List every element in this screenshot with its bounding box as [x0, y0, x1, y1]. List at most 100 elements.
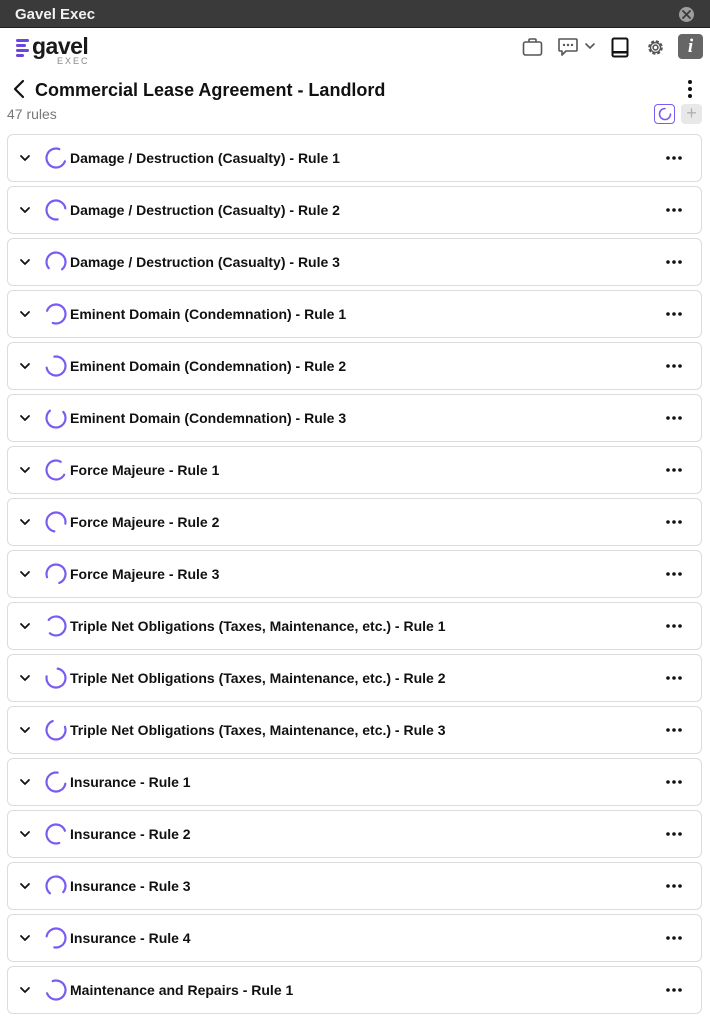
- briefcase-button[interactable]: [522, 37, 543, 59]
- expand-button[interactable]: [18, 411, 32, 425]
- rule-options-button[interactable]: [664, 826, 684, 842]
- page-options-button[interactable]: [680, 78, 700, 100]
- expand-button[interactable]: [18, 359, 32, 373]
- rule-row[interactable]: Force Majeure - Rule 3: [7, 550, 702, 598]
- rule-row[interactable]: Triple Net Obligations (Taxes, Maintenan…: [7, 602, 702, 650]
- chevron-down-icon: [20, 727, 30, 733]
- loading-spinner-icon: [44, 406, 68, 430]
- logo-sub: EXEC: [57, 56, 90, 66]
- rule-title: Insurance - Rule 4: [70, 930, 191, 946]
- expand-button[interactable]: [18, 463, 32, 477]
- book-icon: [611, 37, 629, 58]
- loading-spinner-icon: [44, 458, 68, 482]
- expand-button[interactable]: [18, 983, 32, 997]
- close-icon: [682, 10, 691, 19]
- rule-row[interactable]: Damage / Destruction (Casualty) - Rule 1: [7, 134, 702, 182]
- expand-button[interactable]: [18, 307, 32, 321]
- expand-button[interactable]: [18, 151, 32, 165]
- rule-row[interactable]: Maintenance and Repairs - Rule 1: [7, 966, 702, 1014]
- page-header: Commercial Lease Agreement - Landlord 47…: [0, 72, 710, 128]
- chevron-down-icon: [20, 311, 30, 317]
- page-title: Commercial Lease Agreement - Landlord: [35, 80, 386, 100]
- rule-row[interactable]: Insurance - Rule 1: [7, 758, 702, 806]
- expand-button[interactable]: [18, 775, 32, 789]
- rule-row[interactable]: Insurance - Rule 4: [7, 914, 702, 962]
- rule-options-button[interactable]: [664, 150, 684, 166]
- rule-options-button[interactable]: [664, 358, 684, 374]
- loading-spinner-icon: [44, 978, 68, 1002]
- rule-count: 47 rules: [7, 106, 57, 122]
- back-button[interactable]: [10, 78, 28, 100]
- window-titlebar: Gavel Exec: [0, 0, 710, 28]
- chat-menu-button[interactable]: [557, 37, 597, 59]
- chevron-down-icon: [20, 415, 30, 421]
- loading-spinner-icon: [44, 926, 68, 950]
- more-horizontal-icon: [666, 416, 682, 420]
- run-all-button[interactable]: [654, 104, 675, 124]
- loading-spinner-icon: [44, 146, 68, 170]
- chevron-left-icon: [13, 79, 25, 99]
- gear-icon: [648, 40, 663, 55]
- chevron-down-icon: [20, 207, 30, 213]
- expand-button[interactable]: [18, 879, 32, 893]
- rule-row[interactable]: Damage / Destruction (Casualty) - Rule 3: [7, 238, 702, 286]
- rule-options-button[interactable]: [664, 202, 684, 218]
- rule-row[interactable]: Insurance - Rule 2: [7, 810, 702, 858]
- chevron-down-icon: [20, 519, 30, 525]
- rule-options-button[interactable]: [664, 306, 684, 322]
- rule-options-button[interactable]: [664, 566, 684, 582]
- rule-options-button[interactable]: [664, 878, 684, 894]
- rule-row[interactable]: Force Majeure - Rule 2: [7, 498, 702, 546]
- expand-button[interactable]: [18, 515, 32, 529]
- rule-row[interactable]: Force Majeure - Rule 1: [7, 446, 702, 494]
- more-horizontal-icon: [666, 468, 682, 472]
- expand-button[interactable]: [18, 671, 32, 685]
- rule-options-button[interactable]: [664, 774, 684, 790]
- info-button[interactable]: i: [678, 34, 703, 59]
- close-window-button[interactable]: [679, 7, 694, 22]
- expand-button[interactable]: [18, 619, 32, 633]
- info-icon: i: [687, 36, 694, 57]
- more-horizontal-icon: [666, 624, 682, 628]
- rule-options-button[interactable]: [664, 722, 684, 738]
- rule-title: Insurance - Rule 3: [70, 878, 191, 894]
- loading-spinner-icon: [44, 302, 68, 326]
- rule-options-button[interactable]: [664, 514, 684, 530]
- more-horizontal-icon: [666, 156, 682, 160]
- rule-options-button[interactable]: [664, 930, 684, 946]
- rule-options-button[interactable]: [664, 982, 684, 998]
- expand-button[interactable]: [18, 255, 32, 269]
- chat-icon: [558, 38, 595, 56]
- rule-title: Force Majeure - Rule 1: [70, 462, 220, 478]
- loading-spinner-icon: [44, 718, 68, 742]
- loading-spinner-icon: [44, 562, 68, 586]
- more-horizontal-icon: [666, 676, 682, 680]
- rule-options-button[interactable]: [664, 462, 684, 478]
- more-horizontal-icon: [666, 312, 682, 316]
- rule-title: Triple Net Obligations (Taxes, Maintenan…: [70, 618, 446, 634]
- rule-row[interactable]: Triple Net Obligations (Taxes, Maintenan…: [7, 706, 702, 754]
- rule-options-button[interactable]: [664, 618, 684, 634]
- expand-button[interactable]: [18, 567, 32, 581]
- more-horizontal-icon: [666, 260, 682, 264]
- rule-options-button[interactable]: [664, 670, 684, 686]
- briefcase-icon: [522, 38, 543, 56]
- more-horizontal-icon: [666, 728, 682, 732]
- rule-options-button[interactable]: [664, 410, 684, 426]
- library-button[interactable]: [611, 37, 629, 59]
- more-horizontal-icon: [666, 884, 682, 888]
- add-rule-button[interactable]: +: [681, 104, 702, 124]
- rule-row[interactable]: Triple Net Obligations (Taxes, Maintenan…: [7, 654, 702, 702]
- rule-row[interactable]: Eminent Domain (Condemnation) - Rule 2: [7, 342, 702, 390]
- rule-options-button[interactable]: [664, 254, 684, 270]
- settings-button[interactable]: [645, 37, 666, 59]
- rule-row[interactable]: Eminent Domain (Condemnation) - Rule 3: [7, 394, 702, 442]
- rule-row[interactable]: Eminent Domain (Condemnation) - Rule 1: [7, 290, 702, 338]
- rule-row[interactable]: Insurance - Rule 3: [7, 862, 702, 910]
- expand-button[interactable]: [18, 827, 32, 841]
- expand-button[interactable]: [18, 931, 32, 945]
- loading-spinner-icon: [44, 354, 68, 378]
- expand-button[interactable]: [18, 203, 32, 217]
- expand-button[interactable]: [18, 723, 32, 737]
- rule-row[interactable]: Damage / Destruction (Casualty) - Rule 2: [7, 186, 702, 234]
